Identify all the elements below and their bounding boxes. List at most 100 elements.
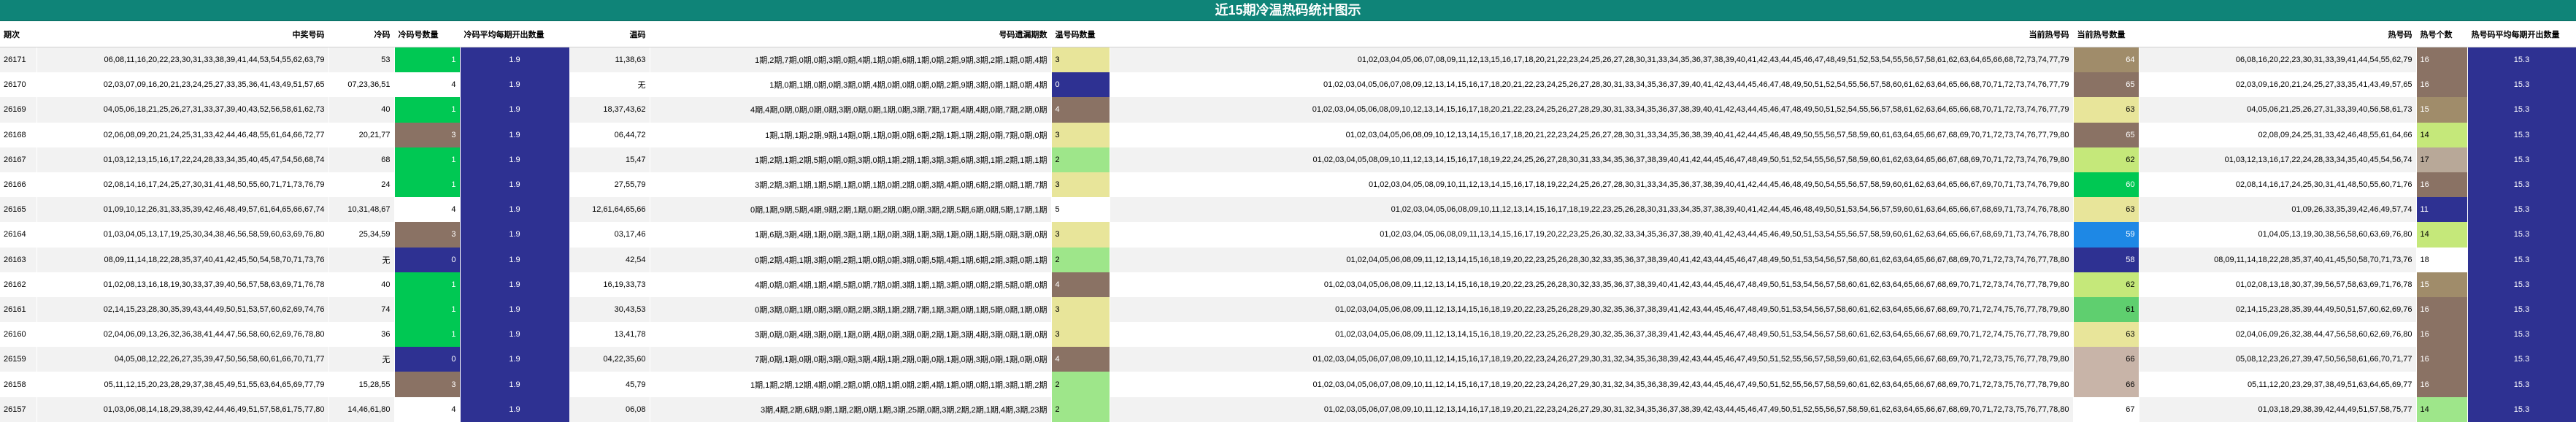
table-row[interactable]: 26161 02,14,15,23,28,30,35,39,43,44,49,50… — [0, 296, 2576, 323]
cell-cold: 无 — [328, 347, 395, 372]
cell-warm-count: 4 — [1051, 97, 1110, 123]
header-missing[interactable]: 号码遗漏期数 — [650, 21, 1052, 47]
header-hot-current[interactable]: 当前热号码 — [1110, 21, 2074, 47]
cell-cold: 20,21,77 — [328, 122, 395, 147]
cell-warm: 16,19,33,73 — [569, 272, 650, 297]
header-cold-avg[interactable]: 冷码平均每期开出数量 — [460, 21, 570, 47]
cell-cold-count: 4 — [394, 72, 461, 98]
cell-issue: 26162 — [0, 272, 37, 297]
cell-cold-avg: 1.9 — [460, 47, 570, 73]
header-hot-current-count[interactable]: 当前热号数量 — [2073, 21, 2139, 47]
cell-hot-avg: 15.3 — [2467, 47, 2576, 73]
cell-cold-avg: 1.9 — [460, 247, 570, 272]
cell-issue: 26157 — [0, 396, 37, 422]
cell-issue: 26160 — [0, 322, 37, 348]
header-warm-count[interactable]: 温号码数量 — [1051, 21, 1110, 47]
cell-hot-current-count: 60 — [2073, 172, 2139, 198]
cell-cold: 10,31,48,67 — [328, 197, 395, 223]
cell-hot-current-count: 66 — [2073, 347, 2139, 372]
cell-cold-count: 4 — [394, 396, 461, 422]
header-warm[interactable]: 温码 — [569, 21, 650, 47]
cell-winning: 02,04,06,09,13,26,32,36,38,41,44,47,56,5… — [36, 322, 329, 348]
header-winning[interactable]: 中奖号码 — [36, 21, 329, 47]
table-row[interactable]: 26170 02,03,07,09,16,20,21,23,24,25,27,33… — [0, 72, 2576, 98]
cell-hot-current: 01,02,03,04,05,08,09,10,11,12,13,14,15,1… — [1110, 172, 2074, 198]
cell-warm: 18,37,43,62 — [569, 97, 650, 123]
table-row[interactable]: 26166 02,08,14,16,17,24,25,27,30,31,41,48… — [0, 172, 2576, 198]
cell-cold-count: 3 — [394, 122, 461, 147]
cell-missing: 1期,6期,3期,4期,1期,0期,3期,1期,1期,0期,3期,1期,3期,1… — [650, 222, 1052, 248]
cell-winning: 04,05,08,12,22,26,27,35,39,47,50,56,58,6… — [36, 347, 329, 372]
cell-cold: 68 — [328, 147, 395, 172]
cell-warm-count: 3 — [1051, 47, 1110, 73]
table-row[interactable]: 26159 04,05,08,12,22,26,27,35,39,47,50,56… — [0, 347, 2576, 372]
cell-warm: 42,54 — [569, 247, 650, 272]
cell-hot-current-count: 63 — [2073, 97, 2139, 123]
cell-cold: 25,34,59 — [328, 222, 395, 248]
cell-missing: 3期,4期,2期,6期,9期,1期,2期,0期,1期,3期,25期,0期,3期,… — [650, 396, 1052, 422]
cell-hot: 02,08,09,24,25,31,33,42,46,48,55,61,64,6… — [2139, 122, 2417, 147]
cell-hot-count: 16 — [2416, 322, 2468, 348]
cell-warm-count: 2 — [1051, 372, 1110, 397]
cell-warm: 30,43,53 — [569, 296, 650, 323]
cell-hot-current: 01,02,03,04,05,06,08,09,11,12,13,14,15,1… — [1110, 322, 2074, 348]
cell-hot-current: 01,02,03,04,05,08,09,10,11,12,13,14,15,1… — [1110, 147, 2074, 172]
cell-cold-avg: 1.9 — [460, 72, 570, 98]
table-row[interactable]: 26169 04,05,06,18,21,25,26,27,31,33,37,39… — [0, 97, 2576, 123]
cell-cold-count: 3 — [394, 372, 461, 397]
cell-hot: 05,08,12,23,26,27,39,47,50,56,58,61,66,7… — [2139, 347, 2417, 372]
header-hot-avg[interactable]: 热号码平均每期开出数量 — [2467, 21, 2576, 47]
table-row[interactable]: 26163 08,09,11,14,18,22,28,35,37,40,41,42… — [0, 247, 2576, 272]
cell-missing: 0期,3期,0期,1期,0期,3期,0期,2期,3期,1期,2期,7期,1期,3… — [650, 296, 1052, 323]
table-row[interactable]: 26167 01,03,12,13,15,16,17,22,24,28,33,34… — [0, 147, 2576, 172]
cell-warm: 45,79 — [569, 372, 650, 397]
header-cold[interactable]: 冷码 — [328, 21, 395, 47]
cell-hot-avg: 15.3 — [2467, 72, 2576, 98]
header-issue[interactable]: 期次 — [0, 21, 37, 47]
header-hot-count[interactable]: 热号个数 — [2416, 21, 2468, 47]
cell-hot-current: 01,02,03,04,05,06,07,08,09,11,12,13,15,1… — [1110, 47, 2074, 73]
cell-cold: 53 — [328, 47, 395, 73]
cell-missing: 3期,0期,0期,4期,3期,0期,1期,0期,4期,0期,3期,0期,2期,1… — [650, 322, 1052, 348]
cell-hot-current-count: 67 — [2073, 396, 2139, 422]
header-cold-count[interactable]: 冷码号数量 — [394, 21, 461, 47]
table-row[interactable]: 26160 02,04,06,09,13,26,32,36,38,41,44,47… — [0, 322, 2576, 348]
cell-cold: 15,28,55 — [328, 372, 395, 397]
cell-winning: 02,06,08,09,20,21,24,25,31,33,42,44,46,4… — [36, 122, 329, 147]
table-row[interactable]: 26158 05,11,12,15,20,23,28,29,37,38,45,49… — [0, 372, 2576, 397]
cell-hot: 01,03,12,13,16,17,22,24,28,33,34,35,40,4… — [2139, 147, 2417, 172]
cell-warm: 15,47 — [569, 147, 650, 172]
cell-warm: 06,44,72 — [569, 122, 650, 147]
cell-hot-current-count: 59 — [2073, 222, 2139, 248]
cell-cold-avg: 1.9 — [460, 396, 570, 422]
table-row[interactable]: 26165 01,09,10,12,26,31,33,35,39,42,46,48… — [0, 197, 2576, 223]
cell-hot: 02,04,06,09,26,32,38,44,47,56,58,60,62,6… — [2139, 322, 2417, 348]
cell-hot-count: 16 — [2416, 172, 2468, 198]
stats-table: 期次 中奖号码 冷码 冷码号数量 冷码平均每期开出数量 温码 号码遗漏期数 温号… — [0, 21, 2576, 422]
cell-cold-count: 1 — [394, 172, 461, 198]
header-hot[interactable]: 热号码 — [2139, 21, 2417, 47]
cell-warm-count: 3 — [1051, 122, 1110, 147]
cell-cold-count: 1 — [394, 296, 461, 323]
table-row[interactable]: 26162 01,02,08,13,16,18,19,30,33,37,39,40… — [0, 272, 2576, 297]
cell-hot-count: 16 — [2416, 347, 2468, 372]
cell-hot-avg: 15.3 — [2467, 122, 2576, 147]
cell-hot-current-count: 58 — [2073, 247, 2139, 272]
cell-warm-count: 2 — [1051, 396, 1110, 422]
cell-warm-count: 5 — [1051, 197, 1110, 223]
cell-missing: 4期,0期,0期,4期,1期,4期,5期,0期,7期,0期,3期,1期,1期,3… — [650, 272, 1052, 297]
cell-hot-current-count: 62 — [2073, 272, 2139, 297]
cell-hot-avg: 15.3 — [2467, 322, 2576, 348]
cell-cold: 24 — [328, 172, 395, 198]
cell-issue: 26169 — [0, 97, 37, 123]
cell-winning: 01,03,04,05,13,17,19,25,30,34,38,46,56,5… — [36, 222, 329, 248]
cell-issue: 26171 — [0, 47, 37, 73]
cell-missing: 7期,0期,1期,0期,0期,3期,0期,3期,4期,1期,2期,0期,0期,1… — [650, 347, 1052, 372]
cell-missing: 1期,2期,1期,2期,5期,0期,0期,3期,0期,1期,2期,1期,3期,3… — [650, 147, 1052, 172]
cell-hot: 04,05,06,21,25,26,27,31,33,39,40,56,58,6… — [2139, 97, 2417, 123]
table-row[interactable]: 26157 01,03,06,08,14,18,29,38,39,42,44,46… — [0, 396, 2576, 422]
table-row[interactable]: 26171 06,08,11,16,20,22,23,30,31,33,38,39… — [0, 47, 2576, 73]
cell-warm: 06,08 — [569, 396, 650, 422]
table-row[interactable]: 26164 01,03,04,05,13,17,19,25,30,34,38,46… — [0, 222, 2576, 248]
table-row[interactable]: 26168 02,06,08,09,20,21,24,25,31,33,42,44… — [0, 122, 2576, 147]
